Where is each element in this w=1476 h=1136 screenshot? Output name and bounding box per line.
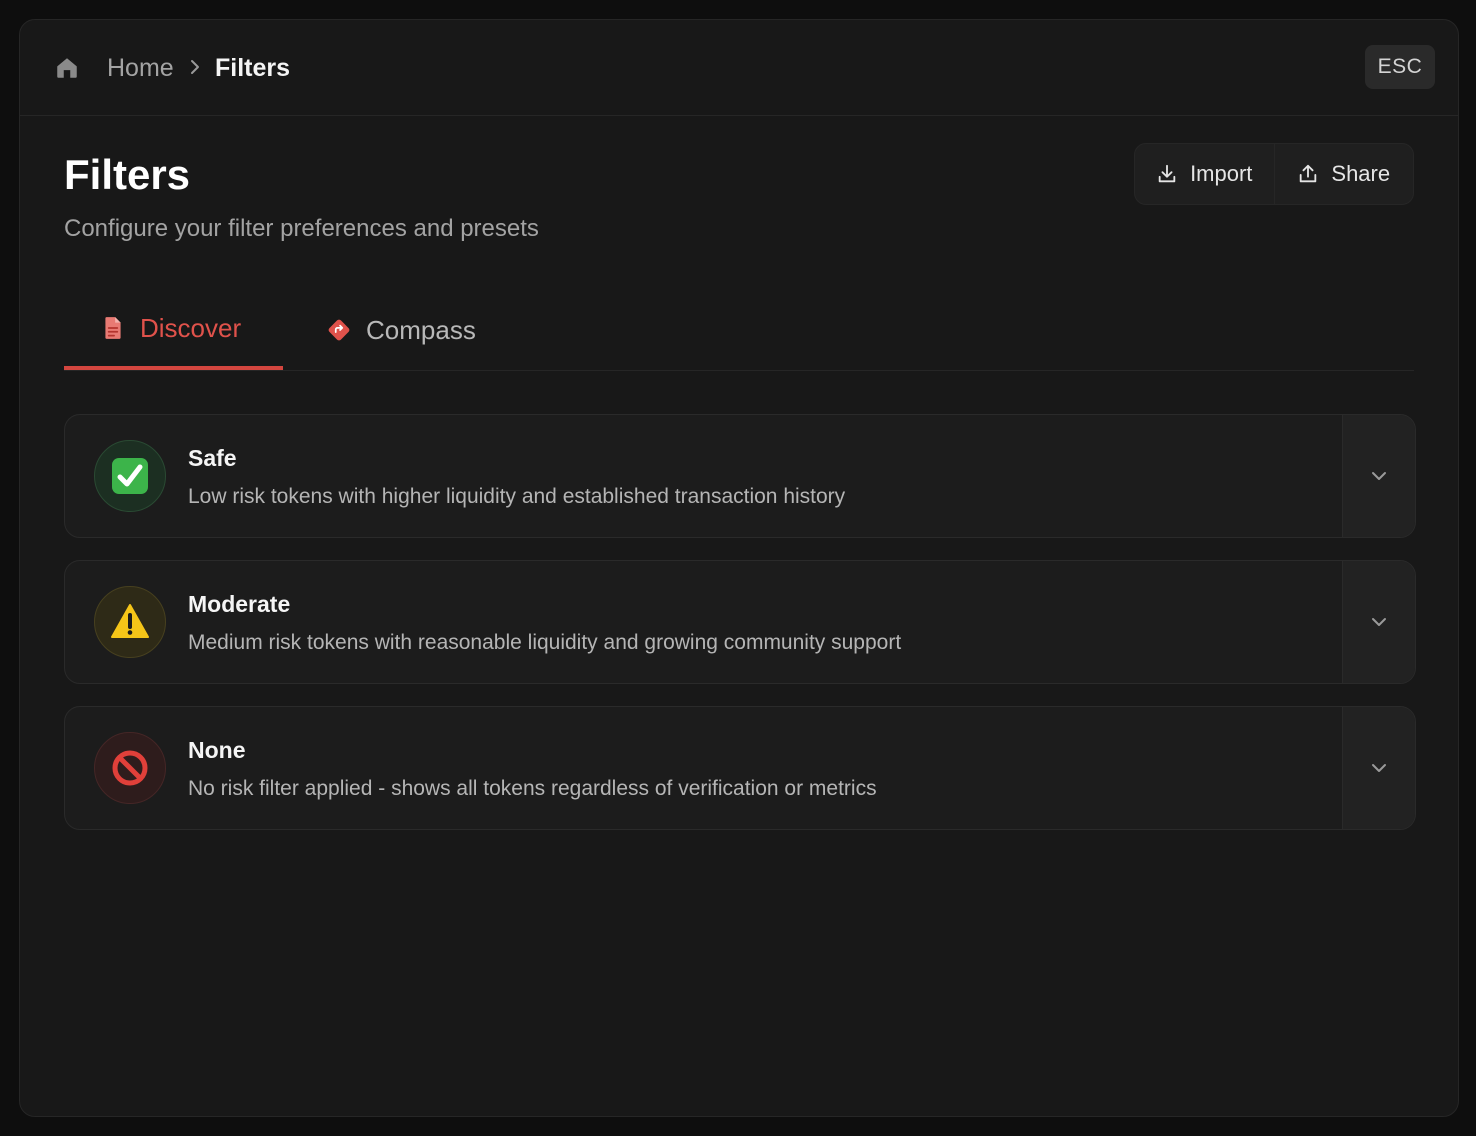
- chevron-down-icon: [1372, 764, 1386, 772]
- preset-description: No risk filter applied - shows all token…: [188, 777, 877, 800]
- share-label: Share: [1331, 161, 1391, 186]
- page-subtitle: Configure your filter preferences and pr…: [64, 215, 539, 242]
- chevron-right-icon: [191, 60, 199, 74]
- preset-icon-badge: [94, 586, 166, 658]
- tab-bar: Discover Compass: [64, 290, 1414, 371]
- prohibited-icon: [112, 750, 148, 786]
- expand-button[interactable]: [1342, 561, 1415, 683]
- check-mark-icon: [112, 458, 148, 494]
- document-icon: [105, 317, 121, 339]
- chevron-down-icon: [1372, 618, 1386, 626]
- preset-icon-badge: [94, 732, 166, 804]
- expand-button[interactable]: [1342, 707, 1415, 829]
- share-button[interactable]: Share: [1273, 144, 1414, 204]
- preset-card-safe[interactable]: Safe Low risk tokens with higher liquidi…: [64, 414, 1416, 538]
- import-button[interactable]: Import: [1135, 144, 1274, 204]
- action-group: Import Share: [1134, 143, 1414, 205]
- filters-modal: Home Filters ESC Filters Configure your …: [19, 19, 1459, 1117]
- top-bar: Home Filters ESC: [20, 20, 1458, 116]
- preset-description: Low risk tokens with higher liquidity an…: [188, 485, 846, 508]
- preset-title: Moderate: [188, 591, 291, 617]
- expand-button[interactable]: [1342, 415, 1415, 537]
- warning-icon: [111, 604, 149, 638]
- preset-card-none[interactable]: None No risk filter applied - shows all …: [64, 706, 1416, 830]
- esc-button[interactable]: ESC: [1365, 45, 1435, 89]
- tab-compass[interactable]: Compass: [290, 290, 520, 370]
- breadcrumb-current: Filters: [215, 54, 291, 82]
- tab-compass-label: Compass: [366, 314, 476, 345]
- preset-title: Safe: [188, 445, 237, 471]
- tab-discover-label: Discover: [140, 312, 242, 343]
- preset-card-moderate[interactable]: Moderate Medium risk tokens with reasona…: [64, 560, 1416, 684]
- tab-discover[interactable]: Discover: [64, 290, 283, 370]
- preset-title: None: [188, 737, 246, 763]
- download-icon: [1158, 164, 1176, 183]
- page-title: Filters: [64, 151, 191, 198]
- home-icon[interactable]: [54, 55, 80, 81]
- breadcrumb-home[interactable]: Home: [107, 52, 174, 84]
- compass-icon: [328, 319, 350, 341]
- import-label: Import: [1190, 161, 1253, 186]
- share-icon: [1300, 164, 1317, 183]
- preset-description: Medium risk tokens with reasonable liqui…: [188, 631, 902, 654]
- preset-icon-badge: [94, 440, 166, 512]
- chevron-down-icon: [1372, 472, 1386, 480]
